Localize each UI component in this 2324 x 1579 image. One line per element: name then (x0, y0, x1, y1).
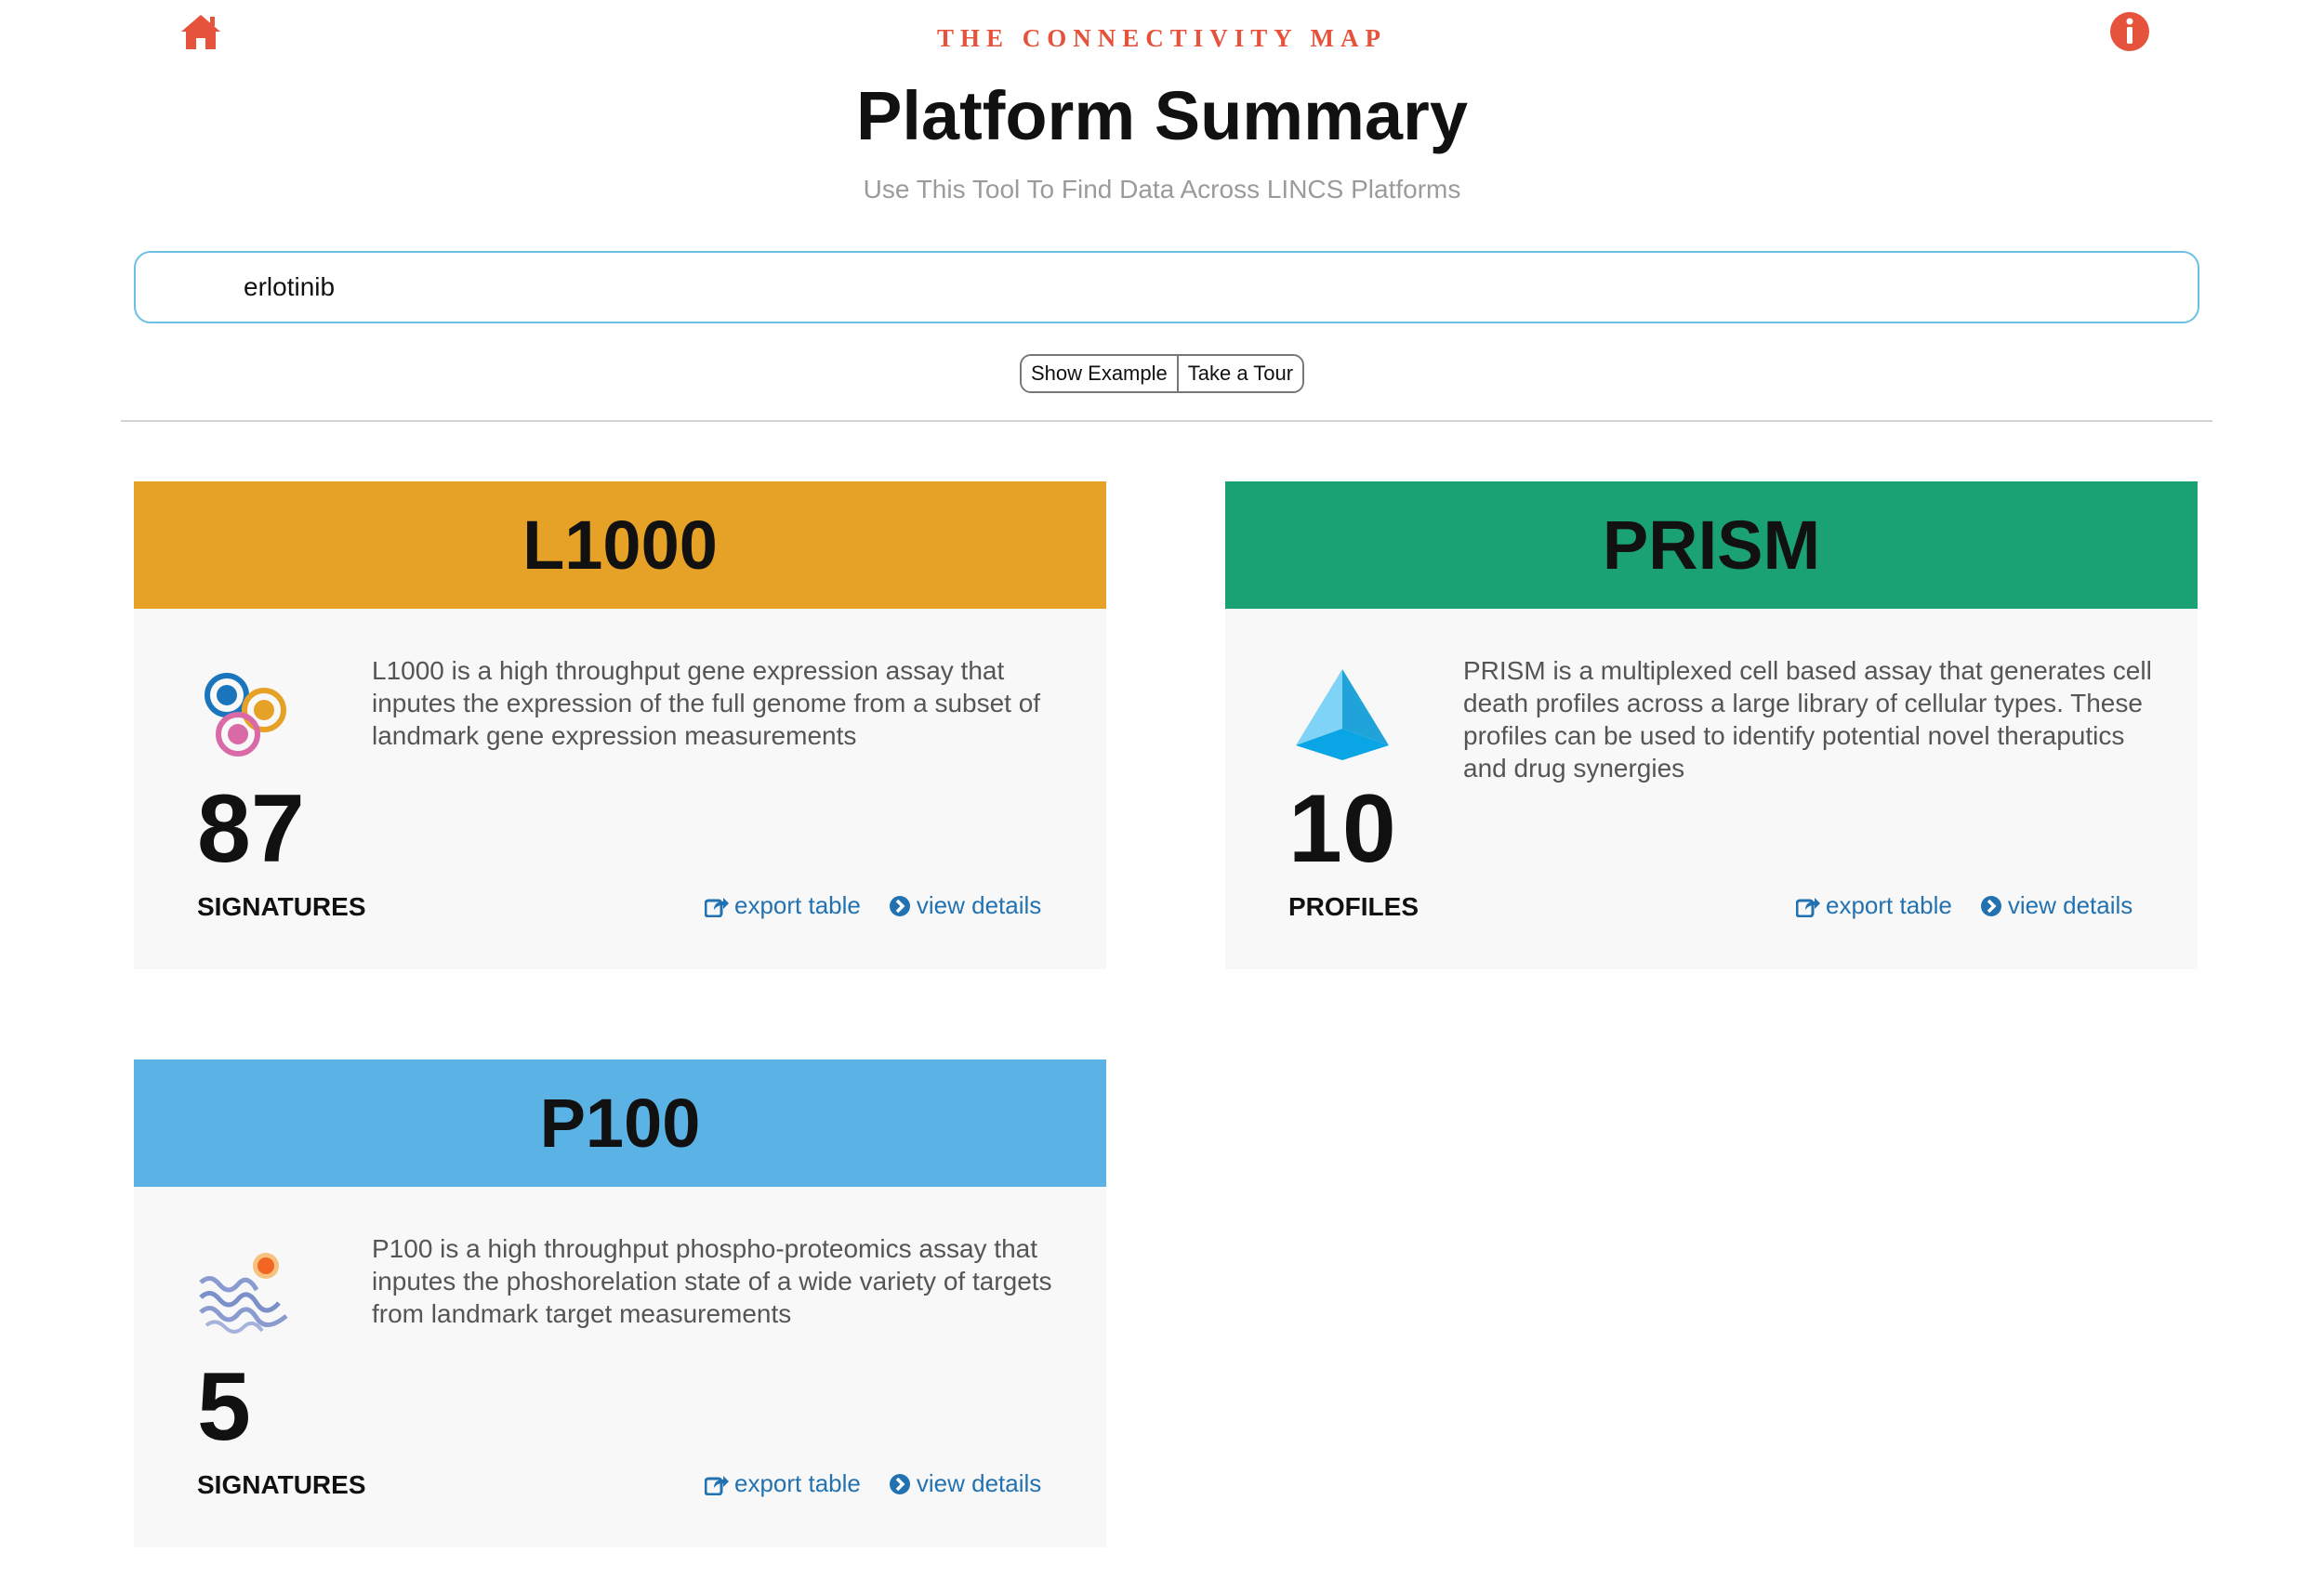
share-icon (1796, 897, 1820, 917)
search-input[interactable] (134, 251, 2199, 323)
platform-links: export table view details (705, 1469, 1041, 1498)
chevron-circle-right-icon (889, 895, 910, 916)
show-example-button[interactable]: Show Example (1022, 356, 1177, 391)
platform-description: PRISM is a multiplexed cell based assay … (1463, 656, 2152, 783)
view-details-link[interactable]: view details (889, 1469, 1041, 1498)
platform-card-l1000: L1000 L1000 is a high throughput gene ex… (134, 481, 1106, 969)
platform-description: P100 is a high throughput phospho-proteo… (372, 1234, 1052, 1328)
view-details-label: view details (2007, 891, 2133, 919)
platform-links: export table view details (1796, 891, 2133, 920)
platform-description: L1000 is a high throughput gene expressi… (372, 656, 1041, 750)
chevron-circle-right-icon (1980, 895, 2001, 916)
divider (121, 420, 2212, 422)
view-details-link[interactable]: view details (1980, 891, 2133, 920)
export-table-link[interactable]: export table (1796, 891, 1952, 920)
chevron-circle-right-icon (889, 1473, 910, 1494)
l1000-circles-icon (197, 667, 299, 770)
platform-count-unit: SIGNATURES (197, 1470, 366, 1499)
platform-count: 87 (197, 775, 305, 883)
platform-header: PRISM (1225, 481, 2198, 609)
platform-count-unit: SIGNATURES (197, 892, 366, 921)
platform-header: L1000 (134, 481, 1106, 609)
export-table-label: export table (1826, 891, 1952, 919)
p100-wave-icon (197, 1245, 299, 1348)
platform-card-prism: PRISM PRISM is a multiplexed cell based … (1225, 481, 2198, 969)
share-icon (705, 897, 729, 917)
export-table-label: export table (734, 1469, 861, 1497)
platform-header: P100 (134, 1059, 1106, 1187)
search-actions: Show Example Take a Tour (1020, 354, 1305, 393)
view-details-label: view details (916, 891, 1042, 919)
share-icon (705, 1475, 729, 1495)
view-details-label: view details (916, 1469, 1042, 1497)
platform-links: export table view details (705, 891, 1041, 920)
platform-count: 10 (1288, 775, 1396, 883)
take-tour-button[interactable]: Take a Tour (1176, 356, 1303, 391)
page-subtitle: Use This Tool To Find Data Across LINCS … (863, 175, 1461, 204)
export-table-label: export table (734, 891, 861, 919)
page-title: Platform Summary (856, 77, 1468, 154)
prism-pyramid-icon (1288, 667, 1391, 770)
site-brand: THE CONNECTIVITY MAP (936, 24, 1388, 52)
export-table-link[interactable]: export table (705, 891, 861, 920)
platform-card-p100: P100 P100 is a high throughput phospho-p… (134, 1059, 1106, 1547)
view-details-link[interactable]: view details (889, 891, 1041, 920)
export-table-link[interactable]: export table (705, 1469, 861, 1498)
platform-count-unit: PROFILES (1288, 892, 1419, 921)
platform-count: 5 (197, 1353, 251, 1461)
